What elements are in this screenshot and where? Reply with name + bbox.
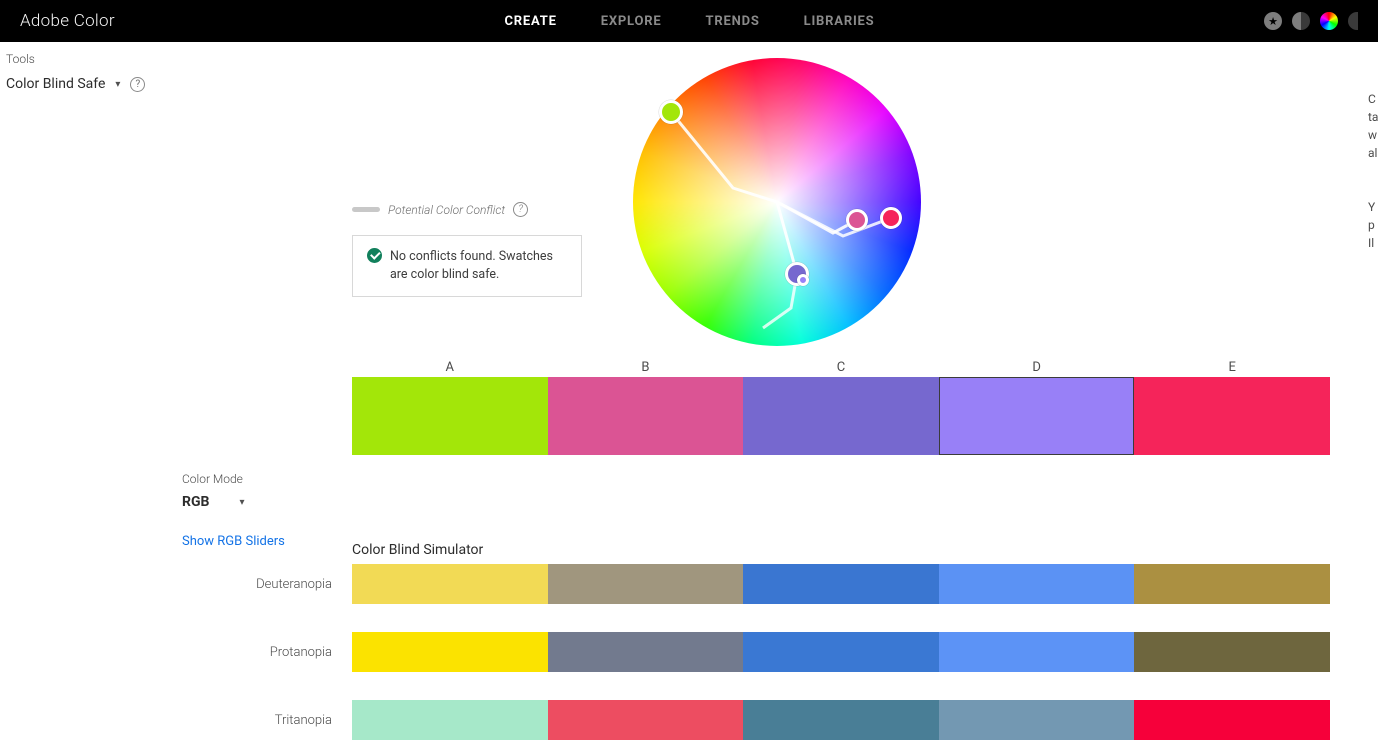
help-icon[interactable]: ? — [513, 202, 528, 217]
tools-sidebar: Tools Color Blind Safe ▾ ? — [0, 42, 176, 495]
swatch-column-label: B — [548, 360, 744, 375]
main-nav: CREATE EXPLORE TRENDS LIBRARIES — [115, 14, 1264, 29]
simulator-cell — [743, 564, 939, 604]
color-mode-label: Color Mode — [182, 472, 285, 486]
swatch[interactable] — [939, 377, 1135, 455]
conflict-panel: Potential Color Conflict ? No conflicts … — [352, 202, 582, 297]
color-wheel-icon[interactable] — [1320, 12, 1338, 30]
conflict-bar-icon — [352, 207, 380, 212]
simulator-title: Color Blind Simulator — [352, 542, 483, 558]
swatch-column-label: E — [1134, 360, 1330, 375]
simulator-rows: Deuteranopia Protanopia Tritanopia — [176, 564, 1330, 740]
main-area: Potential Color Conflict ? No conflicts … — [176, 42, 1378, 495]
color-mode-dropdown[interactable]: RGB ▾ — [182, 494, 285, 510]
contrast-icon[interactable] — [1292, 12, 1310, 30]
brand-title: Adobe Color — [20, 11, 115, 31]
swatch-block: ABCDE — [352, 360, 1330, 455]
check-icon — [367, 248, 382, 263]
wheel-handle[interactable] — [880, 207, 902, 229]
simulator-cell — [548, 632, 744, 672]
swatch-row — [352, 377, 1330, 455]
simulator-cell — [1134, 632, 1330, 672]
simulator-cell — [939, 632, 1135, 672]
swatch-column-label: D — [939, 360, 1135, 375]
simulator-cell — [939, 564, 1135, 604]
nav-libraries[interactable]: LIBRARIES — [804, 14, 875, 29]
help-icon[interactable]: ? — [130, 77, 145, 92]
nav-create[interactable]: CREATE — [504, 14, 556, 29]
simulator-row-name: Protanopia — [176, 645, 352, 660]
right-edge-text: CtawalYpIl — [1368, 90, 1378, 252]
star-icon[interactable]: ★ — [1264, 12, 1282, 30]
wheel-handle[interactable] — [797, 274, 809, 286]
tools-label: Tools — [6, 52, 176, 66]
simulator-cell — [548, 700, 744, 740]
swatch-column-label: C — [743, 360, 939, 375]
simulator-cells — [352, 700, 1330, 740]
simulator-cell — [352, 564, 548, 604]
nav-explore[interactable]: EXPLORE — [601, 14, 662, 29]
header-icons: ★ — [1264, 12, 1358, 30]
tool-selected: Color Blind Safe — [6, 76, 105, 92]
avatar-icon[interactable] — [1348, 12, 1358, 30]
safe-message-text: No conflicts found. Swatches are color b… — [390, 248, 567, 284]
conflict-legend-text: Potential Color Conflict — [388, 203, 505, 217]
simulator-cell — [1134, 564, 1330, 604]
chevron-down-icon: ▾ — [115, 79, 120, 90]
simulator-cell — [352, 632, 548, 672]
simulator-cell — [743, 632, 939, 672]
simulator-cell — [743, 700, 939, 740]
color-wheel[interactable] — [633, 58, 921, 346]
wheel-handle[interactable] — [659, 100, 683, 124]
chevron-down-icon: ▾ — [239, 497, 244, 508]
swatch-labels: ABCDE — [352, 360, 1330, 375]
swatch[interactable] — [352, 377, 548, 455]
app-header: Adobe Color CREATE EXPLORE TRENDS LIBRAR… — [0, 0, 1378, 42]
swatch[interactable] — [1134, 377, 1330, 455]
simulator-row: Protanopia — [176, 632, 1330, 672]
conflict-legend: Potential Color Conflict ? — [352, 202, 582, 217]
simulator-cells — [352, 564, 1330, 604]
wheel-handle[interactable] — [846, 209, 868, 231]
simulator-cells — [352, 632, 1330, 672]
color-mode-selected: RGB — [182, 494, 209, 510]
simulator-row-name: Tritanopia — [176, 713, 352, 728]
safe-message-box: No conflicts found. Swatches are color b… — [352, 235, 582, 297]
color-mode-area: Color Mode RGB ▾ Show RGB Sliders — [182, 472, 285, 549]
swatch-column-label: A — [352, 360, 548, 375]
simulator-cell — [939, 700, 1135, 740]
swatch[interactable] — [548, 377, 744, 455]
simulator-cell — [548, 564, 744, 604]
simulator-row: Tritanopia — [176, 700, 1330, 740]
simulator-row: Deuteranopia — [176, 564, 1330, 604]
simulator-cell — [352, 700, 548, 740]
simulator-cell — [1134, 700, 1330, 740]
simulator-row-name: Deuteranopia — [176, 577, 352, 592]
tool-dropdown[interactable]: Color Blind Safe ▾ ? — [6, 76, 176, 92]
nav-trends[interactable]: TRENDS — [706, 14, 760, 29]
swatch[interactable] — [743, 377, 939, 455]
show-sliders-link[interactable]: Show RGB Sliders — [182, 534, 285, 549]
